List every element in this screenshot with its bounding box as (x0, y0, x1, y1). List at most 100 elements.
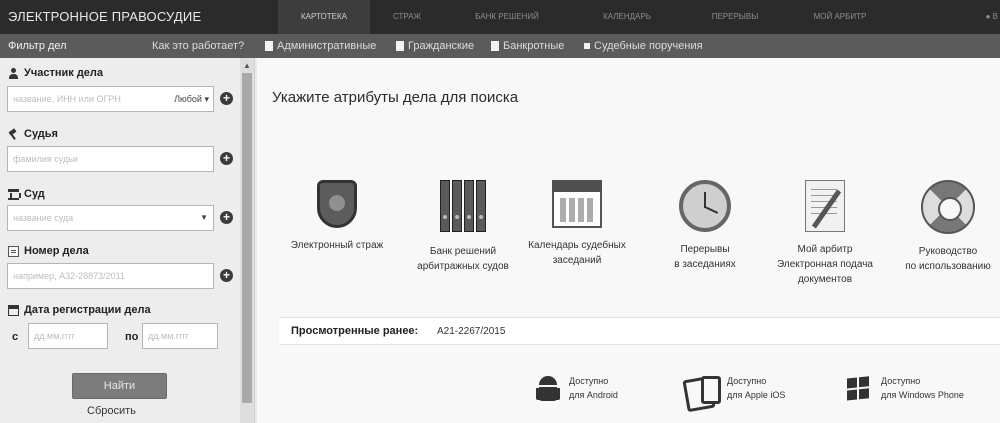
category-court-orders[interactable]: Судебные поручения (584, 40, 703, 52)
add-case-number-icon[interactable]: + (220, 269, 233, 282)
date-to-prefix: по (125, 331, 139, 343)
recently-viewed-label: Просмотренные ранее: (291, 325, 419, 337)
case-number-input[interactable]: например, А32-28873/2011 (7, 263, 214, 289)
date-from-placeholder: дд.мм.гггг (34, 331, 76, 341)
tab-kartoteka[interactable]: КАРТОТЕКА (278, 0, 370, 34)
participant-label-text: Участник дела (24, 67, 104, 79)
document-icon (396, 41, 404, 51)
participant-input[interactable]: название, ИНН или ОГРН Любой ▾ (7, 86, 214, 112)
tile-line: Перерывы (680, 244, 730, 255)
top-nav-bar: ЭЛЕКТРОННОЕ ПРАВОСУДИЕ КАРТОТЕКА СТРАЖ Б… (0, 0, 1000, 34)
participant-placeholder: название, ИНН или ОГРН (13, 94, 121, 104)
app-ios[interactable]: Доступно для Apple iOS (683, 374, 785, 406)
tile-line: по использованию (905, 261, 991, 272)
app-line: для Windows Phone (881, 390, 964, 400)
reg-date-label-text: Дата регистрации дела (24, 304, 151, 316)
recently-viewed-case-link[interactable]: А21-2267/2015 (437, 326, 505, 337)
tile-line: Банк решений (429, 246, 497, 257)
document-icon (491, 41, 499, 51)
app-android[interactable]: Доступно для Android (535, 374, 618, 406)
service-tile-guide[interactable]: Руководство по использованию (897, 180, 999, 274)
tab-more-label: В (992, 12, 998, 21)
tab-bank-resheniy[interactable]: БАНК РЕШЕНИЙ (452, 0, 562, 34)
app-line: для Android (569, 390, 618, 400)
judge-input[interactable]: фамилия судьи (7, 146, 214, 172)
tile-line: Электронный страж (290, 240, 384, 251)
person-icon (8, 67, 19, 79)
app-line: для Apple iOS (727, 390, 786, 400)
date-from-input[interactable]: дд.мм.гггг (28, 323, 108, 349)
tile-line: заседаний (552, 255, 602, 266)
android-icon (535, 374, 561, 406)
judge-placeholder: фамилия судьи (13, 154, 78, 164)
tile-line: арбитражных судов (417, 261, 509, 272)
app-windows-phone[interactable]: Доступно для Windows Phone (843, 374, 964, 404)
tab-more[interactable]: ● В (986, 0, 998, 34)
add-participant-icon[interactable]: + (220, 92, 233, 105)
caret-down-icon[interactable]: ▼ (200, 206, 208, 230)
dot-icon: ● (985, 12, 993, 21)
tab-strazh[interactable]: СТРАЖ (372, 0, 442, 34)
case-number-label: Номер дела (8, 245, 89, 257)
id-card-icon (8, 245, 19, 257)
app-line: Доступно (569, 376, 609, 386)
app-line: Доступно (727, 376, 767, 386)
search-filter-sidebar: ▲ Участник дела название, ИНН или ОГРН Л… (0, 58, 255, 423)
tab-kalendar[interactable]: КАЛЕНДАРЬ (572, 0, 682, 34)
court-placeholder: название суда (13, 213, 74, 223)
filter-bar: Фильтр дел Как это работает? Администрат… (0, 34, 1000, 58)
reg-date-label: Дата регистрации дела (8, 304, 151, 316)
how-it-works-link[interactable]: Как это работает? (152, 40, 244, 52)
category-civil[interactable]: Гражданские (396, 40, 474, 52)
category-administrative[interactable]: Административные (265, 40, 376, 52)
tile-line: Электронная подача (777, 259, 873, 270)
tablet-icon (683, 374, 721, 406)
recently-viewed-bar: Просмотренные ранее: А21-2267/2015 (279, 317, 1000, 345)
scroll-up-icon[interactable]: ▲ (242, 60, 252, 72)
square-bullet-icon (584, 43, 590, 49)
add-judge-icon[interactable]: + (220, 152, 233, 165)
shield-icon (317, 180, 357, 228)
service-tile-my-arbitr[interactable]: Мой арбитр Электронная подача документов (763, 180, 887, 287)
tab-moy-arbitr[interactable]: МОЙ АРБИТР (790, 0, 890, 34)
sidebar-scrollbar[interactable]: ▲ (240, 58, 254, 423)
date-to-input[interactable]: дд.мм.гггг (142, 323, 218, 349)
participant-role-select[interactable]: Любой ▾ (174, 87, 209, 111)
date-to-placeholder: дд.мм.гггг (148, 331, 190, 341)
lifebuoy-icon (921, 180, 975, 234)
participant-label: Участник дела (8, 67, 103, 79)
service-tile-strazh[interactable]: Электронный страж (277, 180, 397, 253)
court-label-text: Суд (24, 188, 45, 200)
filter-title: Фильтр дел (8, 40, 67, 52)
category-label: Банкротные (503, 40, 565, 52)
tab-pereryvy[interactable]: ПЕРЕРЫВЫ (690, 0, 780, 34)
case-number-label-text: Номер дела (24, 245, 89, 257)
participant-role-value: Любой (174, 94, 202, 104)
service-tile-bank[interactable]: Банк решений арбитражных судов (403, 180, 523, 274)
app-line: Доступно (881, 376, 921, 386)
calendar-small-icon (8, 304, 19, 316)
service-tile-breaks[interactable]: Перерывы в заседаниях (645, 180, 765, 272)
tile-line: Мой арбитр (797, 244, 853, 255)
document-icon (265, 41, 273, 51)
tile-line: в заседаниях (674, 259, 736, 270)
tile-line: документов (797, 274, 853, 285)
add-court-icon[interactable]: + (220, 211, 233, 224)
gavel-icon (8, 129, 19, 140)
category-label: Гражданские (408, 40, 475, 52)
document-pen-icon (805, 180, 845, 232)
caret-down-icon: ▾ (204, 94, 209, 104)
brand-logo-text[interactable]: ЭЛЕКТРОННОЕ ПРАВОСУДИЕ (8, 9, 201, 24)
case-number-placeholder: например, А32-28873/2011 (13, 271, 125, 281)
reset-link[interactable]: Сбросить (87, 405, 136, 417)
clock-icon (679, 180, 731, 232)
tile-line: Руководство (918, 246, 978, 257)
scrollbar-thumb[interactable] (242, 73, 252, 403)
category-bankruptcy[interactable]: Банкротные (491, 40, 564, 52)
service-tile-calendar[interactable]: Календарь судебных заседаний (517, 180, 637, 268)
court-input[interactable]: название суда ▼ (7, 205, 214, 231)
main-panel: Укажите атрибуты дела для поиска Электро… (257, 58, 1000, 423)
find-button[interactable]: Найти (72, 373, 167, 399)
date-from-prefix: с (12, 331, 19, 343)
courthouse-icon (8, 188, 21, 200)
